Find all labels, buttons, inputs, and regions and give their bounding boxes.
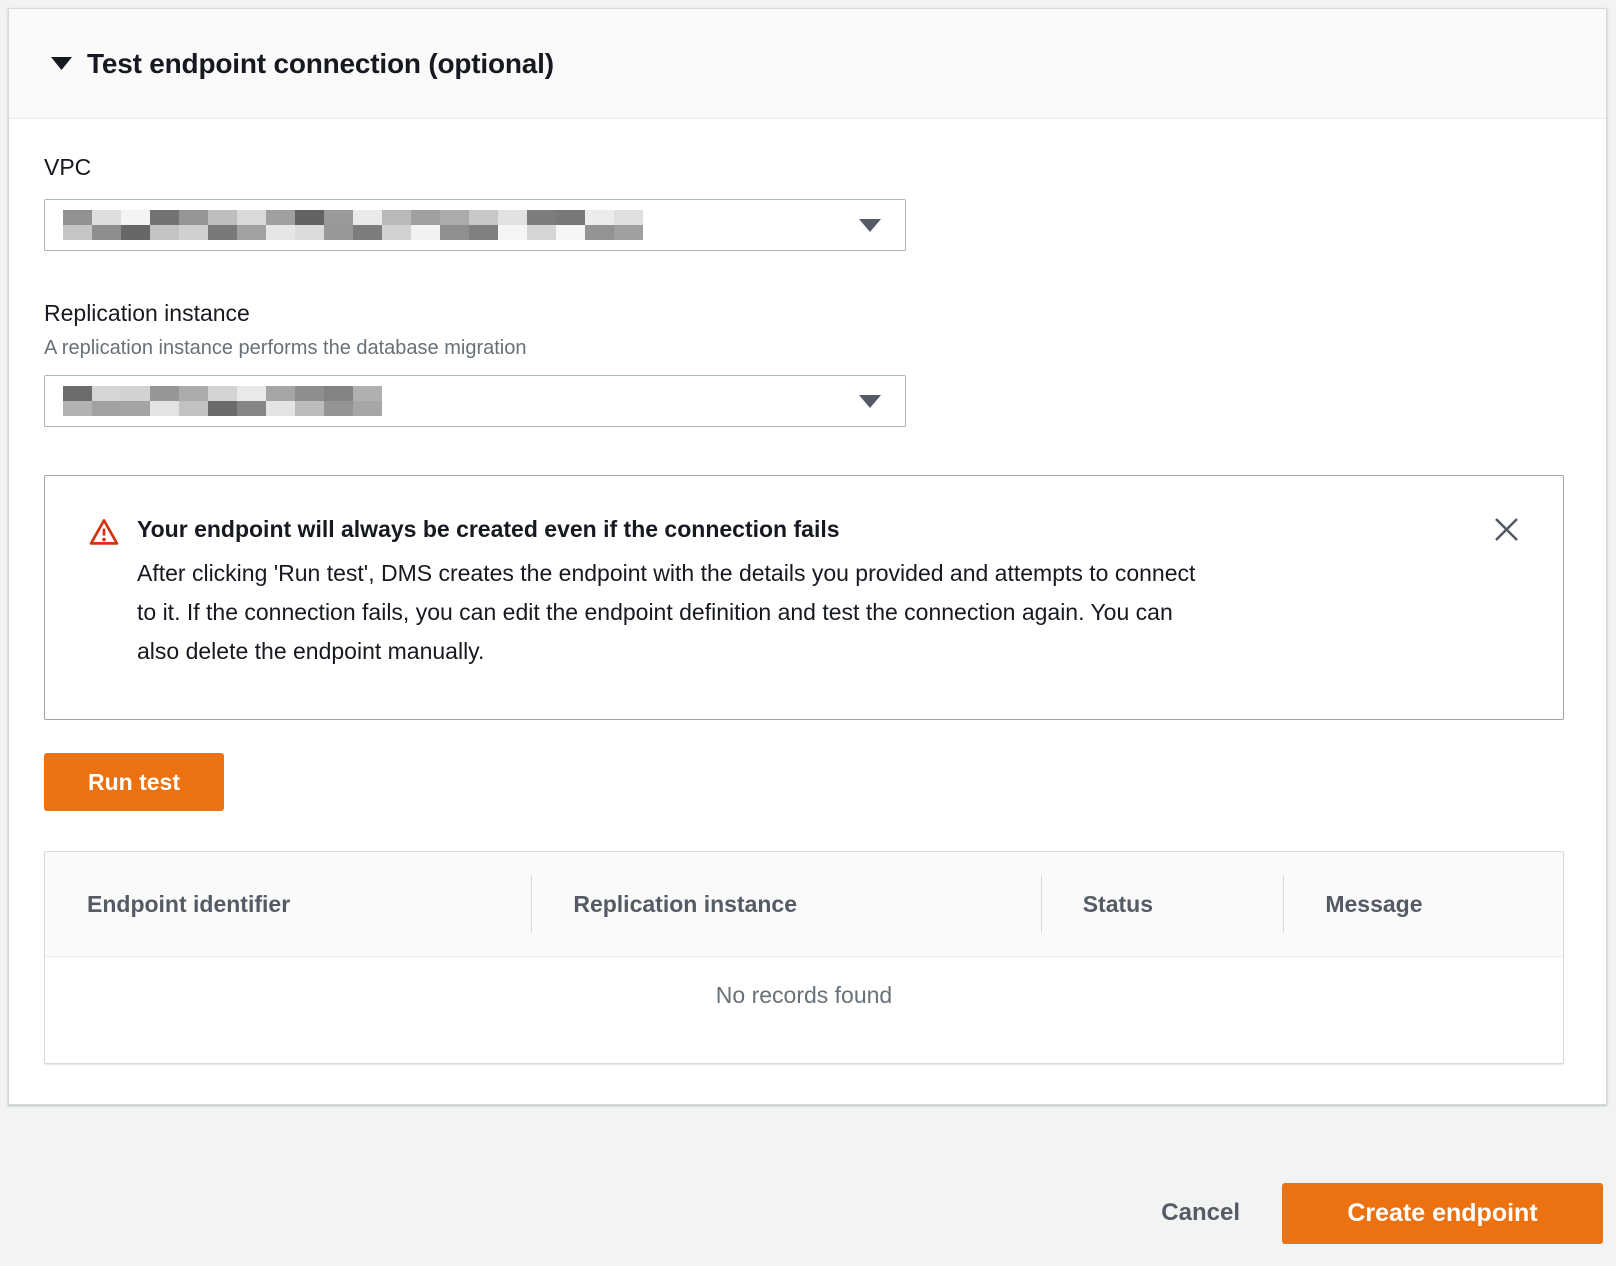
page: Test endpoint connection (optional) VPC … — [0, 8, 1616, 1266]
replication-instance-select[interactable] — [44, 375, 906, 427]
vpc-label: VPC — [44, 153, 1565, 181]
vpc-field: VPC — [44, 153, 1565, 251]
section-title: Test endpoint connection (optional) — [87, 48, 554, 80]
alert-body: After clicking 'Run test', DMS creates t… — [137, 554, 1195, 671]
alert-title: Your endpoint will always be created eve… — [137, 514, 1195, 544]
create-endpoint-button[interactable]: Create endpoint — [1282, 1183, 1603, 1244]
alert-body-line: to it. If the connection fails, you can … — [137, 593, 1195, 632]
test-endpoint-connection-panel: Test endpoint connection (optional) VPC … — [8, 8, 1607, 1105]
redacted-value — [63, 210, 643, 240]
table-header-row: Endpoint identifier Replication instance… — [45, 852, 1563, 957]
replication-instance-field: Replication instance A replication insta… — [44, 299, 1565, 427]
triangle-down-icon — [859, 395, 881, 408]
alert-content: Your endpoint will always be created eve… — [137, 514, 1195, 683]
cancel-button[interactable]: Cancel — [1133, 1183, 1268, 1243]
section-header-toggle[interactable]: Test endpoint connection (optional) — [9, 9, 1606, 119]
triangle-down-icon — [51, 57, 72, 70]
replication-instance-description: A replication instance performs the data… — [44, 335, 1565, 361]
redacted-value — [63, 386, 382, 416]
triangle-down-icon — [859, 219, 881, 232]
table-body: No records found — [45, 957, 1563, 1063]
alert-body-line: After clicking 'Run test', DMS creates t… — [137, 554, 1195, 593]
test-results-table: Endpoint identifier Replication instance… — [44, 851, 1564, 1064]
column-header-message: Message — [1283, 852, 1563, 956]
column-header-endpoint-identifier: Endpoint identifier — [45, 852, 531, 956]
column-header-replication-instance: Replication instance — [531, 852, 1040, 956]
empty-state-message: No records found — [716, 982, 892, 1063]
alert-body-line: also delete the endpoint manually. — [137, 632, 1195, 671]
vpc-select[interactable] — [44, 199, 906, 251]
run-test-button[interactable]: Run test — [44, 753, 224, 811]
warning-triangle-icon — [89, 518, 119, 683]
close-icon[interactable] — [1489, 512, 1523, 546]
column-header-status: Status — [1041, 852, 1284, 956]
footer-actions: Cancel Create endpoint — [0, 1105, 1616, 1244]
section-body: VPC Replication instance A replication i… — [9, 119, 1606, 1104]
warning-alert: Your endpoint will always be created eve… — [44, 475, 1564, 720]
replication-instance-label: Replication instance — [44, 299, 1565, 327]
